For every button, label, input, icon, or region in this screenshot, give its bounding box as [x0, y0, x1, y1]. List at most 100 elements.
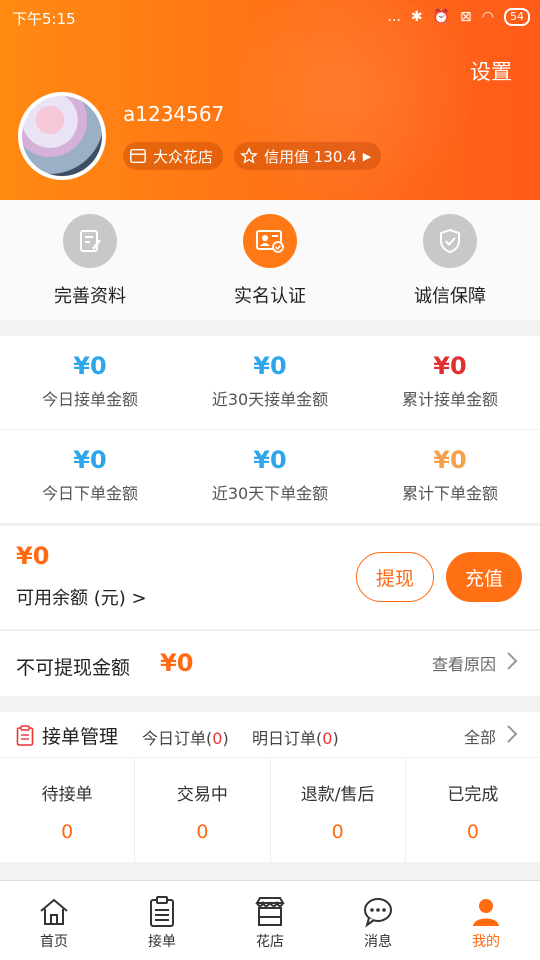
order-status-count: 0: [466, 821, 479, 843]
tomorrow-orders-count: 0: [322, 729, 333, 748]
stat-label: 累计接单金额: [401, 390, 498, 409]
nav-label: 接单: [148, 934, 176, 950]
stat-value: ¥0: [73, 352, 107, 380]
stat-today-receive[interactable]: ¥0 今日接单金额: [0, 336, 180, 429]
credit-badge[interactable]: 信用值 130.4 ▶: [234, 142, 382, 170]
stat-total-place[interactable]: ¥0 累计下单金额: [360, 430, 540, 523]
shop-badge[interactable]: 大众花店: [123, 142, 224, 170]
available-balance-link[interactable]: 可用余额 (元) >: [16, 584, 147, 610]
order-management-header: 接单管理 今日订单(0) 明日订单(0) 全部: [0, 712, 540, 758]
avatar[interactable]: [18, 92, 106, 180]
shortcut-row: 完善资料 实名认证 诚信保障: [0, 200, 540, 320]
order-management: 接单管理 今日订单(0) 明日订单(0) 全部 待接单 0 交易中 0 退款/售…: [0, 712, 540, 862]
shop-name: 大众花店: [153, 147, 214, 166]
today-orders-count: 0: [212, 729, 223, 748]
stat-total-receive[interactable]: ¥0 累计接单金额: [360, 336, 540, 429]
store-icon: [255, 897, 285, 926]
view-reason-link[interactable]: 查看原因: [432, 651, 518, 675]
recharge-button[interactable]: 充值: [446, 552, 522, 602]
nav-label: 首页: [40, 934, 68, 950]
person-icon: [473, 899, 499, 926]
nav-mine[interactable]: 我的: [432, 881, 540, 960]
shortcut-integrity-guarantee[interactable]: 诚信保障: [360, 200, 540, 320]
more-dots-icon: ...: [387, 9, 401, 25]
clipboard-icon: [150, 896, 174, 927]
nav-label: 消息: [364, 934, 392, 950]
order-status-cells: 待接单 0 交易中 0 退款/售后 0 已完成 0: [0, 758, 540, 862]
credit-value: 信用值 130.4: [264, 147, 357, 166]
order-list-icon: [16, 724, 34, 746]
today-orders[interactable]: 今日订单(0): [142, 725, 229, 749]
stat-label: 近30天下单金额: [211, 484, 329, 503]
chevron-right-icon: [506, 724, 518, 748]
shortcut-real-name-auth[interactable]: 实名认证: [180, 200, 360, 320]
stat-30day-receive[interactable]: ¥0 近30天接单金额: [180, 336, 360, 429]
home-icon: [40, 898, 68, 925]
order-status-count: 0: [61, 821, 74, 843]
star-icon: [240, 147, 258, 164]
shortcut-label: 实名认证: [234, 286, 306, 307]
order-status-refund[interactable]: 退款/售后 0: [271, 758, 406, 862]
status-icons: ... ✱ ⏰ ⊠ ◠ 54: [388, 8, 530, 26]
profile-header: 下午5:15 ... ✱ ⏰ ⊠ ◠ 54 设置 a1234567 大众花店 信…: [0, 0, 540, 200]
order-status-count: 0: [331, 821, 344, 843]
order-status-trading[interactable]: 交易中 0: [135, 758, 271, 862]
status-bar: 下午5:15 ... ✱ ⏰ ⊠ ◠ 54: [0, 0, 540, 36]
non-withdrawable-amount: ¥0: [160, 649, 194, 677]
shield-icon: [423, 214, 477, 268]
stat-value: ¥0: [433, 446, 467, 474]
non-withdrawable-row: 不可提现金额 ¥0 查看原因: [0, 630, 540, 696]
order-status-count: 0: [196, 821, 209, 843]
stat-label: 近30天接单金额: [211, 390, 329, 409]
order-management-title: 接单管理: [16, 722, 118, 749]
all-orders-link[interactable]: 全部: [464, 724, 518, 748]
settings-link[interactable]: 设置: [470, 56, 512, 86]
stat-value: ¥0: [253, 446, 287, 474]
order-status-label: 已完成: [447, 785, 499, 805]
today-orders-label: 今日订单(: [142, 729, 213, 748]
chevron-right-icon: ▶: [362, 149, 372, 163]
stat-label: 累计下单金额: [401, 484, 498, 503]
order-status-completed[interactable]: 已完成 0: [406, 758, 540, 862]
tomorrow-orders-label: 明日订单(: [252, 729, 323, 748]
bottom-navigation: 首页 接单 花店 消息 我的: [0, 880, 540, 960]
edit-profile-icon: [63, 214, 117, 268]
stat-value: ¥0: [73, 446, 107, 474]
view-reason-label: 查看原因: [431, 655, 496, 674]
store-icon: [130, 148, 146, 164]
order-status-label: 待接单: [41, 785, 93, 805]
nav-home[interactable]: 首页: [0, 881, 108, 960]
chat-icon: [364, 898, 392, 928]
username: a1234567: [123, 102, 225, 126]
order-status-label: 退款/售后: [300, 785, 375, 805]
withdraw-button[interactable]: 提现: [356, 552, 434, 602]
shortcut-label: 诚信保障: [414, 286, 486, 307]
stat-value: ¥0: [253, 352, 287, 380]
paren-close: ): [222, 729, 229, 748]
tomorrow-orders[interactable]: 明日订单(0): [252, 725, 339, 749]
nav-messages[interactable]: 消息: [324, 881, 432, 960]
alarm-icon: ⏰: [432, 9, 451, 25]
id-card-icon: [243, 214, 297, 268]
shortcut-complete-profile[interactable]: 完善资料: [0, 200, 180, 320]
nav-flower-shop[interactable]: 花店: [216, 881, 324, 960]
paren-close: ): [332, 729, 339, 748]
order-status-label: 交易中: [176, 785, 228, 805]
wifi-icon: ◠: [481, 9, 494, 25]
stat-label: 今日接单金额: [41, 390, 138, 409]
bluetooth-icon: ✱: [410, 9, 423, 25]
nav-receive-orders[interactable]: 接单: [108, 881, 216, 960]
order-management-label: 接单管理: [42, 726, 119, 748]
stat-today-place[interactable]: ¥0 今日下单金额: [0, 430, 180, 523]
order-status-pending[interactable]: 待接单 0: [0, 758, 136, 862]
balance-section: ¥0 可用余额 (元) > 提现 充值: [0, 525, 540, 629]
status-time: 下午5:15: [12, 10, 76, 28]
stat-row-place: ¥0 今日下单金额 ¥0 近30天下单金额 ¥0 累计下单金额: [0, 430, 540, 524]
all-orders-label: 全部: [463, 728, 496, 747]
stat-label: 今日下单金额: [41, 484, 138, 503]
stat-30day-place[interactable]: ¥0 近30天下单金额: [180, 430, 360, 523]
shortcut-label: 完善资料: [54, 286, 126, 307]
chevron-right-icon: [506, 651, 518, 675]
sim-icon: ⊠: [460, 9, 472, 25]
balance-amount: ¥0: [16, 542, 50, 570]
